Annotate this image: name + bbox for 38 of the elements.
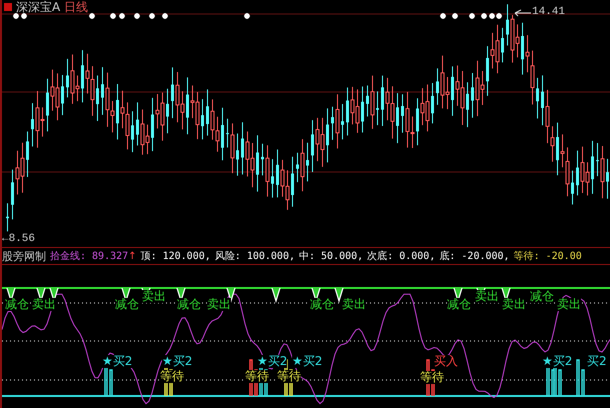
buy-signal: ★买2 [162,355,192,368]
sell-signal: 减仓 [310,298,334,311]
indicator-name: 股旁网制 [2,248,46,264]
sell-signal: 卖出 [142,290,166,303]
low-price-label: ←8.56 [2,233,36,245]
wait-signal: 等待 [245,370,269,383]
indicator-value: 底: -20.000, [439,250,510,263]
wait-signal: 等待 [277,370,301,383]
buy-signal: ★买2 [257,355,288,368]
high-price-label: 14.41 [532,6,566,18]
sell-signal: 减仓 [177,298,201,311]
sell-signal: 减仓 [115,298,139,311]
sell-signal: 卖出 [475,290,499,303]
indicator-value: 风险: 100.000, [214,250,295,263]
wait-signal: 等待 [420,371,444,384]
chart-period: 日线 [64,0,88,16]
sell-signal: 卖出 [502,298,526,311]
buy-signal: 买2 [587,355,607,368]
sell-signal: 卖出 [32,298,56,311]
sell-signal: 卖出 [557,298,581,311]
indicator-value: 中: 50.000, [299,250,364,263]
stock-name: 深深宝A [16,0,60,16]
sell-signal: 卖出 [207,298,231,311]
indicator-value: 顶: 120.000, [140,250,211,263]
buy-signal: 买入 [434,355,458,368]
buy-signal: ★买2 [292,355,322,368]
buy-signal: ★买2 [102,355,132,368]
sell-signal: 减仓 [5,298,29,311]
sell-signal: 卖出 [342,298,366,311]
trend-arrow: ↑ [128,250,137,262]
wait-signal: 等待 [160,370,184,383]
indicator-value: 拾金线: 89.327 [50,250,128,263]
sell-signal: 减仓 [447,298,471,311]
arrow-icon [514,10,532,16]
buy-signal: ★买2 [542,355,572,368]
indicator-value: 等待: -20.00 [514,250,582,263]
sell-signal: 减仓 [530,290,554,303]
indicator-value: 次底: 0.000, [367,250,436,263]
